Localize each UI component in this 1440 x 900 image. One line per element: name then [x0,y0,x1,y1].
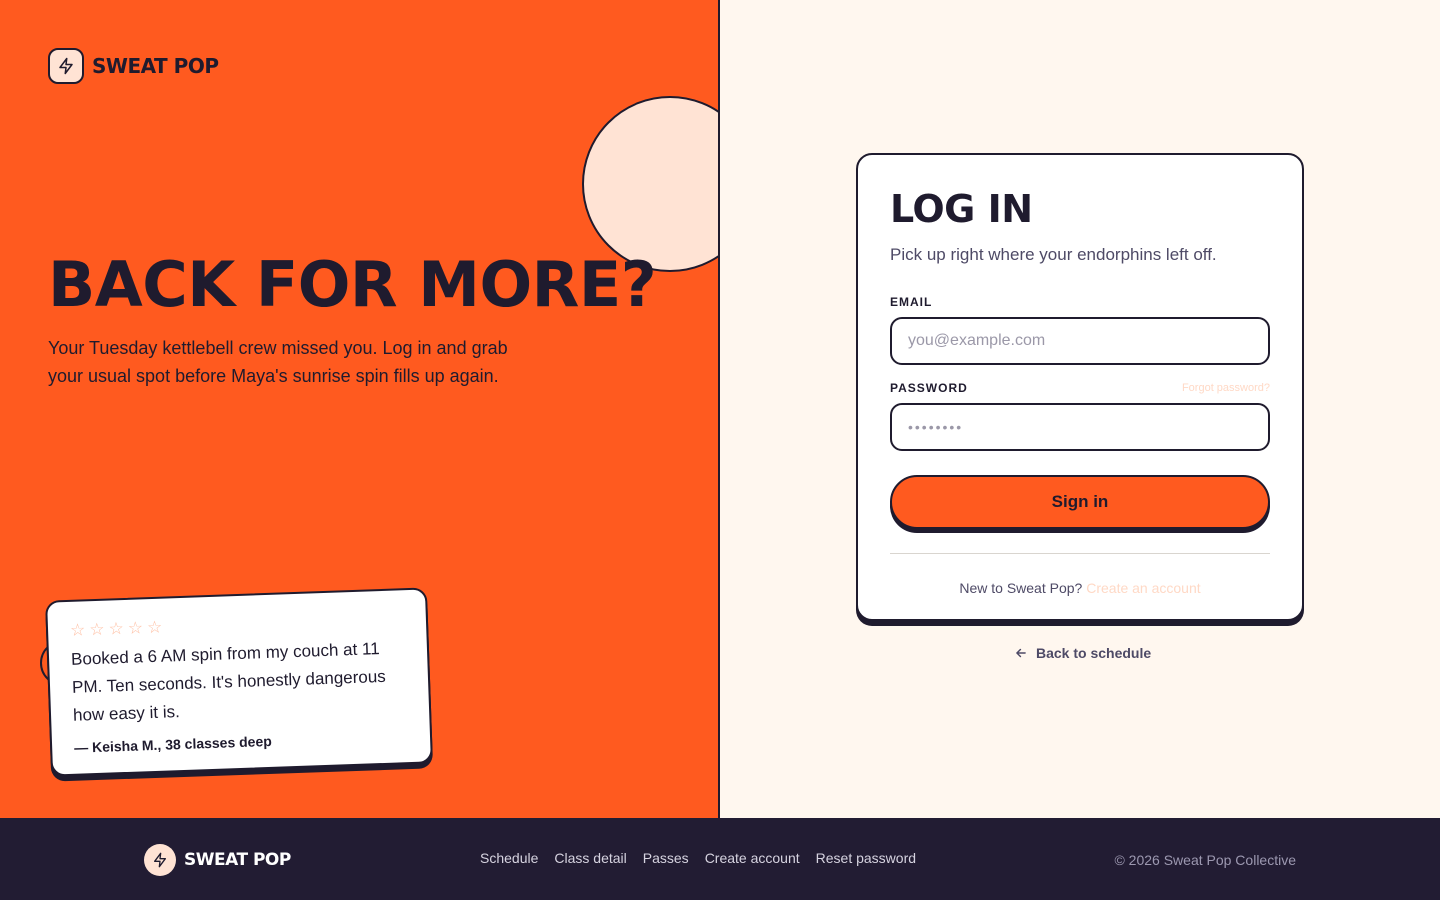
star-icon: ☆ [69,620,86,640]
footer: SWEAT POP Schedule Class detail Passes C… [0,818,1440,900]
login-title: LOG IN [890,187,1033,231]
create-account-link[interactable]: Create an account [1086,580,1200,596]
star-icon: ☆ [146,617,163,638]
sign-in-button[interactable]: Sign in [890,475,1270,529]
password-label-row: PASSWORD Forgot password? [890,381,1270,395]
star-icon: ☆ [127,618,144,638]
login-card: LOG IN Pick up right where your endorphi… [856,153,1304,621]
signup-prompt-row: New to Sweat Pop? Create an account [890,580,1270,596]
footer-link-reset-password[interactable]: Reset password [816,850,916,866]
email-field[interactable] [890,317,1270,365]
arrow-left-icon [1016,648,1026,658]
footer-link-class-detail[interactable]: Class detail [554,850,626,866]
review-quote: Booked a 6 AM spin from my couch at 11 P… [70,639,387,725]
forgot-password-link[interactable]: Forgot password? [1182,382,1270,394]
back-to-schedule-link[interactable]: Back to schedule [1014,645,1151,661]
email-label: EMAIL [890,295,933,309]
footer-link-passes[interactable]: Passes [643,850,689,866]
footer-nav: Schedule Class detail Passes Create acco… [480,850,916,866]
footer-brand-name: SWEAT POP [184,850,291,870]
signup-prompt: New to Sweat Pop? [959,580,1083,596]
login-subtitle: Pick up right where your endorphins left… [890,245,1217,264]
divider [890,553,1270,554]
decorative-circle [582,96,718,272]
hero-title: BACK FOR MORE? [48,248,657,321]
hero-panel: SWEAT POP BACK FOR MORE? Your Tuesday ke… [0,0,720,818]
hero-subtitle: Your Tuesday kettlebell crew missed you.… [48,338,508,386]
email-label-row: EMAIL [890,295,1270,309]
footer-link-schedule[interactable]: Schedule [480,850,538,866]
footer-link-create-account[interactable]: Create account [705,850,800,866]
star-icon: ☆ [108,618,125,639]
back-link-label: Back to schedule [1036,645,1152,661]
brand-logo[interactable]: SWEAT POP [48,48,219,84]
footer-copyright: © 2026 Sweat Pop Collective [1114,852,1296,868]
bolt-icon [144,844,176,876]
bolt-icon [48,48,84,84]
review-card: ☆ ☆ ☆ ☆ ☆ Booked a 6 AM spin from my cou… [45,587,433,777]
review-author: — Keisha M., 38 classes deep [73,732,273,756]
password-label: PASSWORD [890,381,968,395]
footer-brand[interactable]: SWEAT POP [144,844,291,876]
brand-name: SWEAT POP [92,54,219,78]
password-field[interactable] [890,403,1270,451]
star-icon: ☆ [89,619,105,640]
